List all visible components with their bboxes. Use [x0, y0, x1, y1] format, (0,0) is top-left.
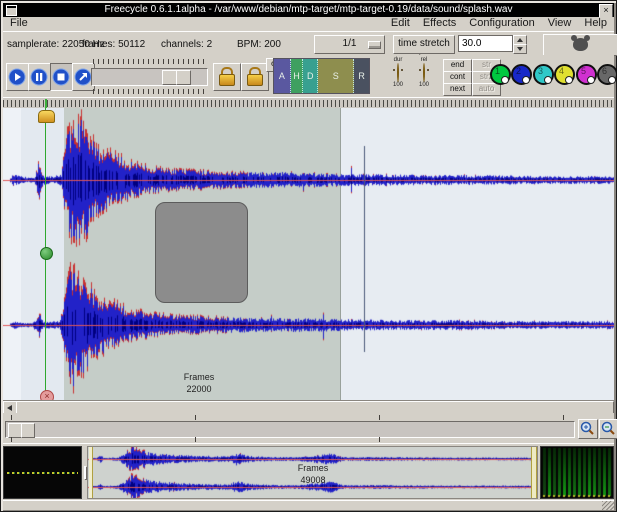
envelope-segment-sustain[interactable]: S: [318, 59, 354, 93]
frames-label: frames: 50112: [82, 39, 145, 50]
slider-groove[interactable]: [91, 68, 208, 86]
led-display: [3, 446, 82, 499]
menu-help[interactable]: Help: [584, 17, 607, 29]
slider-handle-left[interactable]: [162, 70, 177, 85]
frames-tooltip: Frames 22000: [159, 371, 239, 395]
overview-start-marker[interactable]: [89, 447, 93, 498]
envelope-editor[interactable]: A H D S R: [273, 58, 370, 94]
zoom-in-button[interactable]: [578, 419, 598, 439]
envelope-segment-hold[interactable]: H: [291, 59, 304, 93]
rel-knob-group: rel 100: [411, 57, 437, 95]
title-bar[interactable]: Freecycle 0.6.1.1alpha - /var/www/debian…: [3, 3, 614, 17]
auto-button: auto: [472, 83, 501, 96]
channels-label: channels: 2: [161, 39, 212, 50]
slice-button-4[interactable]: 4: [554, 64, 575, 85]
slider-ticks-top: [93, 59, 204, 64]
waveform-canvas[interactable]: [3, 108, 614, 400]
zoom-bar: [3, 413, 614, 443]
zoom-out-icon: [601, 421, 616, 436]
led-dots: [7, 472, 78, 474]
beats-combo[interactable]: 1/1: [314, 35, 385, 54]
resize-grip-icon[interactable]: [602, 501, 614, 510]
zoom-handle-left[interactable]: [8, 423, 22, 438]
overview-frames-tooltip: Frames 49008: [271, 462, 355, 486]
pause-icon: [30, 68, 48, 86]
time-stretch-spinner: [513, 35, 525, 52]
overview-row: Frames 49008: [3, 443, 614, 501]
dur-knob[interactable]: [397, 63, 399, 82]
zoom-slider-groove[interactable]: [5, 421, 575, 438]
pause-button[interactable]: [28, 63, 51, 91]
slice-button-3[interactable]: 3: [533, 64, 554, 85]
combo-arrow-icon: [368, 41, 381, 49]
window-title: Freecycle 0.6.1.1alpha - /var/www/debian…: [3, 3, 614, 17]
lock-right-button[interactable]: [241, 63, 269, 91]
menu-file[interactable]: File: [10, 17, 28, 29]
window-icon[interactable]: [6, 5, 17, 16]
lock-left-button[interactable]: [213, 63, 241, 91]
status-bar: [3, 500, 614, 510]
overview-end-marker[interactable]: [531, 447, 537, 498]
menu-effects[interactable]: Effects: [423, 17, 456, 29]
zoom-handle-right[interactable]: [21, 423, 35, 438]
ruler-cursor-mark: [45, 99, 47, 108]
dur-knob-value: 100: [385, 82, 411, 89]
close-icon[interactable]: ×: [599, 4, 613, 18]
info-bar: samplerate: 22050 Hz frames: 50112 chann…: [3, 31, 614, 57]
slider-handle-right[interactable]: [176, 70, 191, 85]
slider-ticks-bottom: [93, 89, 204, 94]
play-icon: [8, 68, 26, 86]
zoom-out-button[interactable]: [599, 419, 617, 439]
next-button[interactable]: next: [443, 83, 472, 96]
rel-knob[interactable]: [423, 63, 425, 82]
stop-button[interactable]: [50, 63, 73, 91]
horizontal-scrollbar[interactable]: [3, 400, 614, 414]
slice-button-6[interactable]: 6: [597, 64, 617, 85]
envelope-segment-release[interactable]: R: [354, 59, 369, 93]
beats-combo-value: 1/1: [343, 38, 357, 49]
waveform-view[interactable]: × Frames 22000: [3, 108, 614, 400]
zoom-in-icon: [580, 421, 595, 436]
menu-view[interactable]: View: [548, 17, 572, 29]
stop-icon: [52, 68, 70, 86]
time-stretch-input[interactable]: 30.0: [458, 35, 513, 52]
menu-edit[interactable]: Edit: [391, 17, 410, 29]
menu-configuration[interactable]: Configuration: [469, 17, 534, 29]
slice-button-1[interactable]: 1: [490, 64, 511, 85]
envelope-segment-attack[interactable]: A: [274, 59, 291, 93]
envelope-segment-decay[interactable]: D: [303, 59, 318, 93]
bpm-label: BPM: 200: [237, 39, 281, 50]
spin-down-icon[interactable]: [513, 44, 527, 54]
play-button[interactable]: [6, 63, 29, 91]
rel-knob-value: 100: [411, 82, 437, 89]
slice-button-2[interactable]: 2: [511, 64, 532, 85]
ruler-ticks: [3, 100, 614, 107]
dur-knob-group: dur 100: [385, 57, 411, 95]
seek-arrow-icon: [74, 68, 92, 86]
overview-waveform[interactable]: Frames 49008: [87, 446, 538, 499]
animal-mascot-icon: [573, 38, 588, 51]
transport-toolbar: off A H D S R dur 100 rel 100 end cont n…: [3, 55, 614, 98]
spectrum-display: [540, 446, 614, 499]
slice-button-5[interactable]: 5: [576, 64, 597, 85]
knob-panel: dur 100 rel 100: [385, 57, 437, 95]
menu-bar: File Edit Effects Configuration View Hel…: [3, 17, 614, 31]
splice-marker-handle-icon[interactable]: [40, 247, 53, 260]
position-slider[interactable]: [91, 59, 206, 94]
time-stretch-button[interactable]: time stretch to:: [393, 35, 455, 54]
metronome-button[interactable]: [543, 34, 617, 56]
splice-marker-top-icon[interactable]: [38, 110, 55, 123]
freecycle-window: Freecycle 0.6.1.1alpha - /var/www/debian…: [0, 0, 617, 512]
